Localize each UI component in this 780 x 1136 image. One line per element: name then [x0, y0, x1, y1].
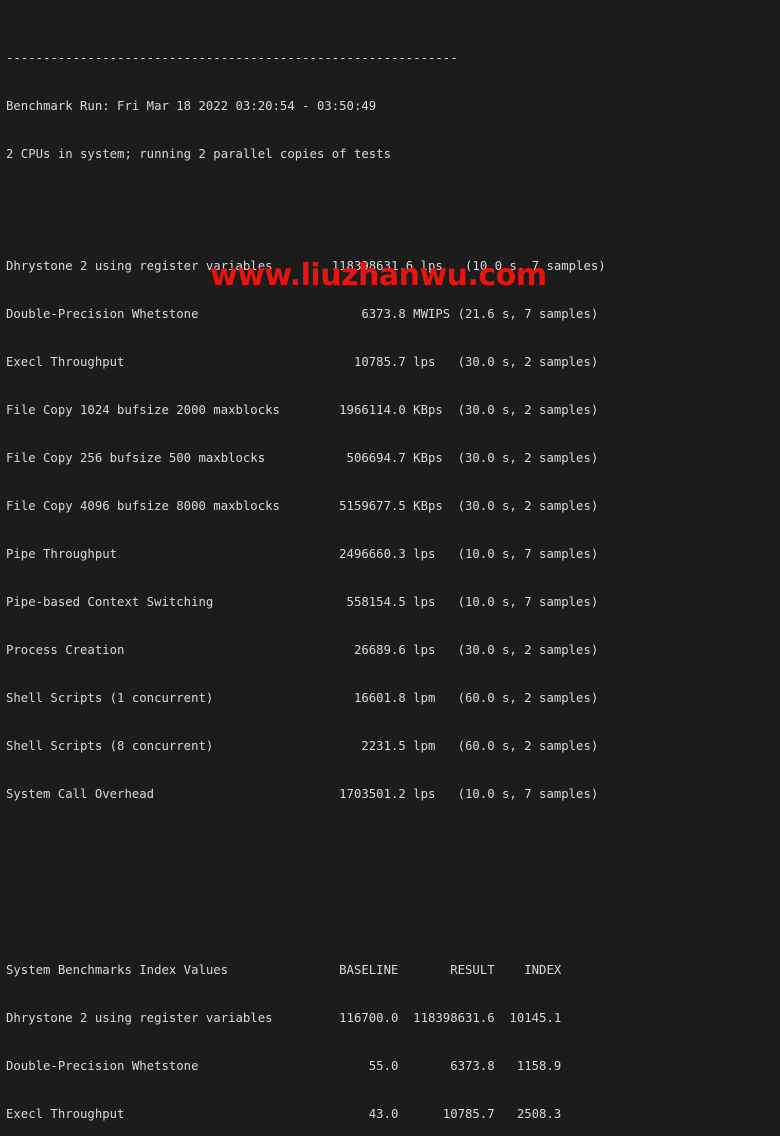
- result-line-process-creation: Process Creation 26689.6 lps (30.0 s, 2 …: [6, 643, 599, 657]
- result-line-pipe-context-switching: Pipe-based Context Switching 558154.5 lp…: [6, 595, 599, 609]
- result-line-shell-scripts-1: Shell Scripts (1 concurrent) 16601.8 lpm…: [6, 691, 599, 705]
- result-line-pipe-throughput: Pipe Throughput 2496660.3 lps (10.0 s, 7…: [6, 547, 599, 561]
- top-divider: ----------------------------------------…: [6, 51, 458, 65]
- cpu-info-line: 2 CPUs in system; running 2 parallel cop…: [6, 147, 391, 161]
- result-line-filecopy-1024: File Copy 1024 bufsize 2000 maxblocks 19…: [6, 403, 599, 417]
- benchmark-run-line: Benchmark Run: Fri Mar 18 2022 03:20:54 …: [6, 99, 377, 113]
- terminal-output-pane[interactable]: ----------------------------------------…: [0, 0, 780, 1121]
- result-line-dhrystone: Dhrystone 2 using register variables 118…: [6, 259, 606, 273]
- result-line-shell-scripts-8: Shell Scripts (8 concurrent) 2231.5 lpm …: [6, 739, 599, 753]
- result-line-filecopy-4096: File Copy 4096 bufsize 8000 maxblocks 51…: [6, 499, 599, 513]
- index-row-execl: Execl Throughput 43.0 10785.7 2508.3: [6, 1107, 562, 1121]
- index-row-whetstone: Double-Precision Whetstone 55.0 6373.8 1…: [6, 1059, 562, 1073]
- index-row-dhrystone: Dhrystone 2 using register variables 116…: [6, 1011, 562, 1025]
- result-line-execl: Execl Throughput 10785.7 lps (30.0 s, 2 …: [6, 355, 599, 369]
- result-line-system-call-overhead: System Call Overhead 1703501.2 lps (10.0…: [6, 787, 599, 801]
- result-line-whetstone: Double-Precision Whetstone 6373.8 MWIPS …: [6, 307, 599, 321]
- result-line-filecopy-256: File Copy 256 bufsize 500 maxblocks 5066…: [6, 451, 599, 465]
- index-table-header: System Benchmarks Index Values BASELINE …: [6, 963, 562, 977]
